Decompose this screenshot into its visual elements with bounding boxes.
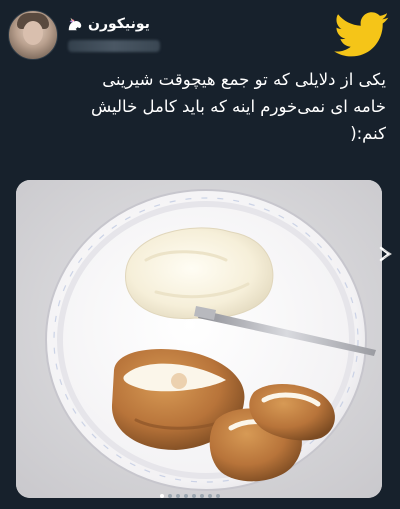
unicorn-icon [68,17,82,31]
carousel-dot[interactable] [184,494,188,498]
cream-puff-plate-photo [16,180,382,498]
carousel-dot[interactable] [160,494,164,498]
carousel-dot[interactable] [176,494,180,498]
user-handle-blurred [68,40,160,52]
display-name[interactable]: یونیکورن [66,13,150,35]
carousel-next-icon[interactable] [377,244,395,264]
avatar-photo[interactable] [8,10,58,60]
carousel-dot[interactable] [208,494,212,498]
carousel-dot[interactable] [216,494,220,498]
tweet-card: یونیکورن یکی از دلایلی که تو جمع هیچوقت … [0,0,400,509]
avatar-face [23,21,43,45]
display-name-text: یونیکورن [88,16,150,32]
carousel-dot[interactable] [168,494,172,498]
tweet-text: یکی از دلایلی که تو جمع هیچوقت شیرینی خا… [91,70,386,143]
carousel-indicator [160,494,220,498]
carousel-dot[interactable] [192,494,196,498]
tweet-media-image[interactable] [16,180,382,498]
twitter-bird-icon [334,12,389,57]
carousel-dot[interactable] [200,494,204,498]
